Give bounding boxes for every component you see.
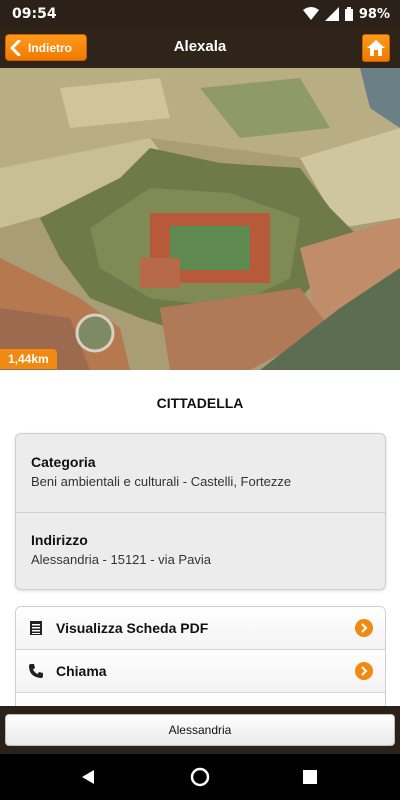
battery-icon bbox=[344, 7, 353, 21]
phone-icon bbox=[16, 663, 56, 679]
home-nav-icon[interactable] bbox=[190, 767, 210, 787]
wifi-icon bbox=[302, 7, 319, 20]
view-pdf-button[interactable]: Visualizza Scheda PDF bbox=[16, 607, 385, 650]
status-bar: 09:54 98% bbox=[0, 0, 400, 28]
recents-nav-icon[interactable] bbox=[300, 767, 320, 787]
action-label: Visualizza Scheda PDF bbox=[56, 620, 209, 636]
signal-icon bbox=[324, 7, 339, 21]
place-title: CITTADELLA bbox=[156, 395, 244, 411]
call-button[interactable]: Chiama bbox=[16, 650, 385, 693]
address-label: Indirizzo bbox=[31, 532, 88, 548]
distance-badge: 1,44km bbox=[0, 349, 57, 369]
document-icon bbox=[16, 620, 56, 636]
status-time: 09:54 bbox=[12, 6, 57, 22]
footer-bar: Alessandria bbox=[0, 706, 400, 754]
category-value: Beni ambientali e culturali - Castelli, … bbox=[31, 474, 292, 489]
chevron-left-icon bbox=[10, 39, 21, 56]
category-section: Categoria Beni ambientali e culturali - … bbox=[31, 454, 291, 489]
chevron-right-icon bbox=[355, 662, 373, 680]
address-section: Indirizzo Alessandria - 15121 - via Pavi… bbox=[31, 532, 211, 567]
action-label: Chiama bbox=[56, 663, 107, 679]
home-icon bbox=[367, 40, 385, 56]
back-nav-icon[interactable] bbox=[78, 767, 98, 787]
battery-percent: 98% bbox=[358, 6, 390, 22]
aerial-photo bbox=[0, 68, 400, 370]
back-label: Indietro bbox=[28, 40, 72, 55]
home-button[interactable] bbox=[362, 34, 390, 62]
app-header: Indietro Alexala bbox=[0, 28, 400, 68]
info-card: Categoria Beni ambientali e culturali - … bbox=[15, 433, 386, 590]
system-nav-bar bbox=[0, 754, 400, 800]
back-button[interactable]: Indietro bbox=[5, 34, 87, 61]
page-title: Alexala bbox=[173, 38, 227, 55]
category-label: Categoria bbox=[31, 454, 96, 470]
hero-image bbox=[0, 68, 400, 370]
divider bbox=[16, 512, 385, 513]
address-value: Alessandria - 15121 - via Pavia bbox=[31, 552, 211, 567]
chevron-right-icon bbox=[355, 619, 373, 637]
status-icons: 98% bbox=[302, 5, 390, 23]
city-button[interactable]: Alessandria bbox=[5, 714, 395, 746]
